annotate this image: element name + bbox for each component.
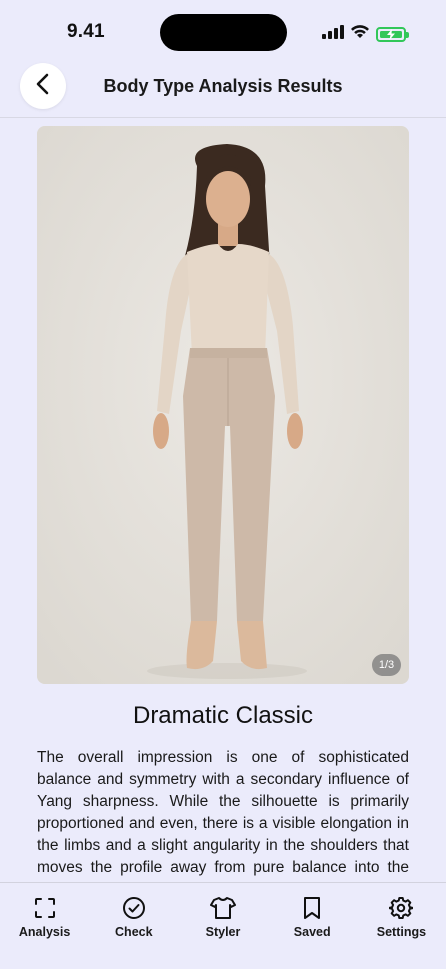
nav-item-check[interactable]: Check: [89, 883, 178, 969]
scan-icon: [32, 895, 58, 921]
bottom-nav: Analysis Check Styler Saved Settings: [0, 882, 446, 969]
cellular-signal-icon: [322, 24, 344, 44]
nav-item-settings[interactable]: Settings: [357, 883, 446, 969]
dynamic-island: [160, 14, 287, 51]
nav-item-analysis[interactable]: Analysis: [0, 883, 89, 969]
page-title: Body Type Analysis Results: [103, 76, 343, 96]
status-bar: 9.41: [0, 0, 446, 62]
result-description: The overall impression is one of sophist…: [37, 749, 409, 887]
status-icons: [322, 24, 409, 44]
wifi-icon: [350, 24, 370, 44]
header: Body Type Analysis Results: [0, 56, 446, 118]
shirt-icon: [210, 895, 236, 921]
nav-label: Analysis: [18, 925, 71, 939]
battery-icon: [376, 26, 409, 42]
result-title: Dramatic Classic: [132, 702, 314, 729]
nav-label: Settings: [376, 925, 427, 939]
page-indicator: 1/3: [372, 654, 401, 676]
check-circle-icon: [121, 895, 147, 921]
bookmark-icon: [299, 895, 325, 921]
nav-item-styler[interactable]: Styler: [178, 883, 267, 969]
nav-item-saved[interactable]: Saved: [268, 883, 357, 969]
status-time: 9.41: [67, 21, 105, 42]
nav-label: Styler: [205, 925, 241, 939]
model-photo: [37, 126, 409, 684]
result-image-carousel[interactable]: 1/3: [37, 126, 409, 684]
screen: 9.41 Body Type Analysis Results 1/3 Dram…: [0, 0, 446, 969]
nav-label: Check: [115, 925, 153, 939]
gear-icon: [388, 895, 414, 921]
nav-label: Saved: [293, 925, 331, 939]
